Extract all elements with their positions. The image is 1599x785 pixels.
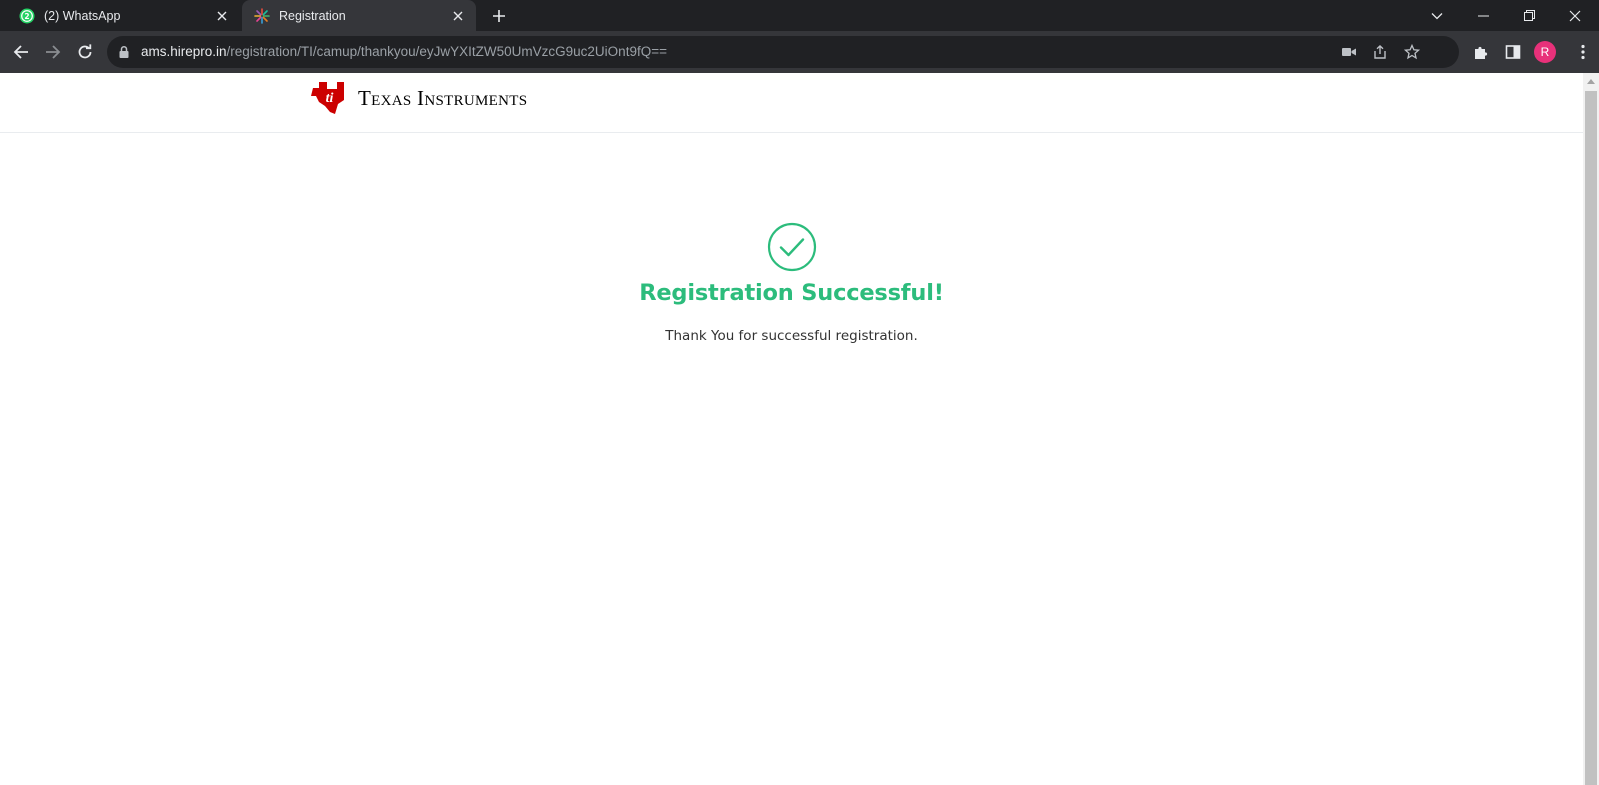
scroll-up-button[interactable] (1583, 73, 1599, 89)
restore-icon (1523, 10, 1535, 21)
camera-in-use-button[interactable] (1340, 43, 1358, 61)
check-circle-icon (767, 222, 816, 272)
arrow-right-icon (46, 45, 61, 59)
profile-avatar[interactable]: R (1534, 41, 1556, 63)
tab-title: Registration (279, 8, 346, 23)
close-icon (217, 11, 227, 20)
close-icon (1569, 10, 1581, 21)
restore-button[interactable] (1506, 0, 1552, 31)
tab-close-button[interactable] (212, 6, 232, 26)
url-path: /registration/TI/camup/thankyou/eyJwYXIt… (226, 44, 667, 59)
kebab-menu-icon (1581, 44, 1585, 60)
close-icon (453, 11, 463, 20)
triangle-up-icon (1587, 78, 1595, 84)
page-scrollbar[interactable] (1583, 73, 1599, 785)
hirepro-icon (254, 7, 270, 24)
texas-instruments-logo[interactable]: ti Texas Instruments (310, 80, 527, 116)
back-button[interactable] (5, 36, 37, 68)
scrollbar-thumb[interactable] (1585, 91, 1597, 785)
reload-icon (78, 44, 92, 59)
new-tab-button[interactable] (487, 4, 511, 28)
tab-whatsapp[interactable]: 2 (2) WhatsApp (8, 0, 240, 31)
side-panel-icon (1505, 45, 1521, 59)
browser-menu-button[interactable] (1567, 36, 1599, 68)
share-icon (1374, 45, 1386, 59)
reload-button[interactable] (69, 36, 101, 68)
plus-icon (493, 10, 505, 22)
tab-registration[interactable]: Registration (242, 0, 476, 31)
arrow-left-icon (13, 45, 28, 59)
url-host: ams.hirepro.in (141, 44, 227, 59)
minimize-button[interactable] (1460, 0, 1506, 31)
bookmark-button[interactable] (1403, 43, 1421, 61)
ti-logo-icon: ti (311, 82, 344, 114)
address-bar[interactable]: ams.hirepro.in/registration/TI/camup/tha… (107, 36, 1459, 68)
puzzle-icon (1475, 46, 1488, 59)
whatsapp-badge: 2 (24, 12, 29, 21)
share-button[interactable] (1371, 43, 1389, 61)
page-viewport: ti Texas Instruments Registration Succes… (0, 73, 1599, 785)
close-window-button[interactable] (1552, 0, 1598, 31)
lock-icon (119, 45, 129, 58)
chevron-down-icon (1431, 12, 1443, 19)
browser-tab-strip: 2 (2) WhatsApp Registration (0, 0, 1599, 31)
logo-text: Texas Instruments (358, 85, 528, 110)
whatsapp-icon: 2 (19, 8, 35, 23)
forward-button[interactable] (37, 36, 69, 68)
svg-text:ti: ti (326, 91, 334, 106)
side-panel-button[interactable] (1497, 36, 1529, 68)
tab-title: (2) WhatsApp (44, 8, 121, 23)
tab-search-button[interactable] (1414, 0, 1460, 31)
site-header: ti Texas Instruments (0, 73, 1583, 133)
browser-toolbar: ams.hirepro.in/registration/TI/camup/tha… (0, 31, 1599, 73)
star-icon (1404, 44, 1420, 60)
success-message: Thank You for successful registration. (665, 328, 918, 344)
url-text: ams.hirepro.in/registration/TI/camup/tha… (141, 44, 667, 59)
video-camera-icon (1342, 48, 1356, 56)
tab-close-button[interactable] (448, 6, 468, 26)
minimize-icon (1477, 15, 1489, 16)
success-title: Registration Successful! (639, 280, 944, 306)
success-panel: Registration Successful! Thank You for s… (0, 222, 1583, 344)
extensions-button[interactable] (1465, 36, 1497, 68)
